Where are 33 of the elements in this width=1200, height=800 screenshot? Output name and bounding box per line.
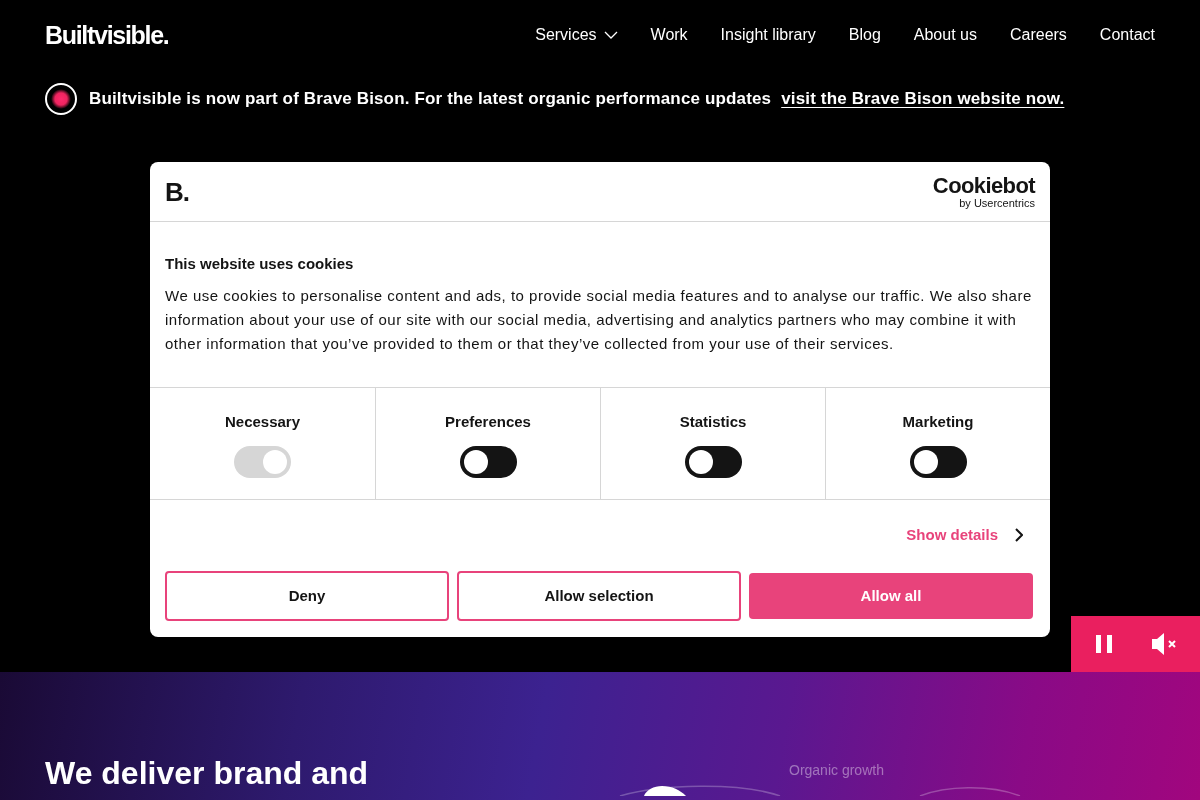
dot-ring-icon: [45, 83, 77, 115]
provider-logo-name: Cookiebot: [932, 174, 1035, 197]
muted-speaker-icon[interactable]: [1151, 633, 1176, 655]
nav-link[interactable]: About us: [913, 25, 977, 45]
nav-link[interactable]: Blog: [848, 25, 881, 45]
hero-heading: We deliver brand and: [45, 754, 370, 793]
brand-logo: B.: [165, 178, 189, 205]
category-label: Preferences: [445, 412, 531, 432]
provider-logo-tagline: by Usercentrics: [959, 196, 1035, 209]
nav-link[interactable]: Careers: [1009, 25, 1067, 45]
nav-link[interactable]: Work: [650, 25, 688, 45]
outline-button[interactable]: Allow selection: [457, 571, 741, 621]
chart-label: Organic growth: [789, 761, 884, 779]
show-details-link[interactable]: Show details: [906, 525, 1023, 545]
brave-bison-link[interactable]: visit the Brave Bison website now.: [781, 86, 1065, 112]
nav-link[interactable]: Insight library: [720, 25, 816, 45]
nav-link[interactable]: Contact: [1099, 25, 1155, 45]
category-label: Necessary: [224, 412, 301, 432]
category-label: Marketing: [902, 412, 974, 432]
pause-icon[interactable]: [1095, 635, 1112, 653]
chevron-down-icon: [603, 31, 618, 39]
toggle-switch[interactable]: [459, 446, 517, 478]
dialog-title: This website uses cookies: [165, 254, 355, 274]
dialog-body-text: We use cookies to personalise content and ads, to provide social media features and to analyse our traffic. We also share information about your use of our site with our social media, advertising and analytics partners who may combine it with other information that you’ve provided to them or that they’ve collected from your use of their services.: [165, 286, 1033, 354]
site-logo[interactable]: Builtvisible.: [45, 22, 169, 48]
category-label: Statistics: [679, 412, 747, 432]
outline-button[interactable]: Deny: [165, 571, 449, 621]
primary-button[interactable]: Allow all: [749, 573, 1033, 619]
nav-link[interactable]: Services: [535, 25, 618, 45]
chevron-right-icon: [1015, 528, 1023, 542]
announcement-text: Builtvisible is now part of Brave Bison. For the latest organic performance updates: [89, 88, 772, 111]
toggle-switch[interactable]: [909, 446, 967, 478]
toggle-switch[interactable]: [684, 446, 742, 478]
